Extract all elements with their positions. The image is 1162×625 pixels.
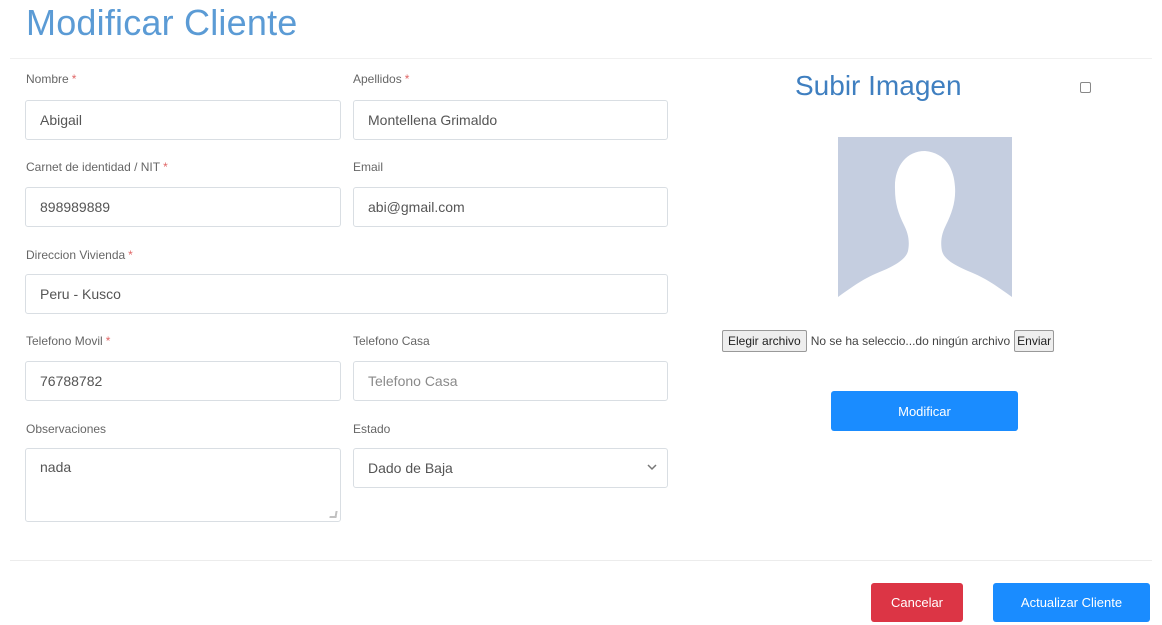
apellidos-value: Montellena Grimaldo <box>368 112 498 128</box>
direccion-label-text: Direccion Vivienda <box>26 248 126 262</box>
observaciones-label: Observaciones <box>26 422 106 436</box>
telefono-movil-value: 76788782 <box>40 373 103 389</box>
estado-label: Estado <box>353 422 390 436</box>
modify-button[interactable]: Modificar <box>831 391 1018 431</box>
email-label: Email <box>353 160 383 174</box>
required-mark: * <box>163 160 168 174</box>
email-input[interactable]: abi@gmail.com <box>353 187 668 227</box>
observaciones-value: nada <box>40 459 72 475</box>
observaciones-label-text: Observaciones <box>26 422 107 436</box>
carnet-value: 898989889 <box>40 199 111 215</box>
carnet-label: Carnet de identidad / NIT * <box>26 160 168 174</box>
chevron-down-icon <box>647 463 657 474</box>
estado-value: Dado de Baja <box>368 460 453 476</box>
email-label-text: Email <box>353 160 384 174</box>
required-mark: * <box>404 72 410 86</box>
nombre-value: Abigail <box>40 112 83 128</box>
header-divider <box>10 58 1152 59</box>
observaciones-textarea[interactable]: nada <box>25 448 341 522</box>
update-client-button[interactable]: Actualizar Cliente <box>993 583 1150 622</box>
direccion-label: Direccion Vivienda * <box>26 248 133 262</box>
apellidos-label-text: Apellidos <box>353 72 402 86</box>
avatar-image <box>838 137 1012 306</box>
page-title: Modificar Cliente <box>26 2 298 43</box>
required-mark: * <box>71 72 77 86</box>
direccion-value: Peru - Kusco <box>40 286 121 302</box>
footer-divider <box>10 560 1152 561</box>
telefono-movil-label: Telefono Movil * <box>26 334 110 348</box>
telefono-casa-label-text: Telefono Casa <box>353 334 430 348</box>
estado-label-text: Estado <box>353 422 391 436</box>
apellidos-label: Apellidos * <box>353 72 409 86</box>
nombre-label-text: Nombre <box>26 72 69 86</box>
estado-select[interactable]: Dado de Baja <box>353 448 668 488</box>
telefono-movil-input[interactable]: 76788782 <box>25 361 341 401</box>
nombre-label: Nombre * <box>26 72 76 86</box>
upload-title: Subir Imagen <box>795 70 962 101</box>
telefono-casa-input[interactable]: Telefono Casa <box>353 361 668 401</box>
user-silhouette-icon <box>838 137 1012 306</box>
required-mark: * <box>105 334 111 348</box>
apellidos-input[interactable]: Montellena Grimaldo <box>353 100 668 140</box>
direccion-input[interactable]: Peru - Kusco <box>25 274 668 314</box>
file-upload-row: Elegir archivo No se ha seleccio...do ni… <box>722 329 1055 353</box>
resize-grip-icon[interactable] <box>329 511 338 518</box>
telefono-movil-label-text: Telefono Movil <box>26 334 103 348</box>
required-mark: * <box>128 248 133 262</box>
email-value: abi@gmail.com <box>368 199 465 215</box>
upload-checkbox[interactable] <box>1080 82 1091 93</box>
carnet-input[interactable]: 898989889 <box>25 187 341 227</box>
cancel-button[interactable]: Cancelar <box>871 583 963 622</box>
nombre-input[interactable]: Abigail <box>25 100 341 140</box>
carnet-label-text: Carnet de identidad / NIT <box>26 160 161 174</box>
send-button[interactable]: Enviar <box>1014 330 1055 352</box>
no-file-text: No se ha seleccio...do ningún archivo <box>810 334 1011 348</box>
choose-file-button[interactable]: Elegir archivo <box>722 330 807 352</box>
telefono-casa-placeholder: Telefono Casa <box>368 373 458 389</box>
telefono-casa-label: Telefono Casa <box>353 334 430 348</box>
